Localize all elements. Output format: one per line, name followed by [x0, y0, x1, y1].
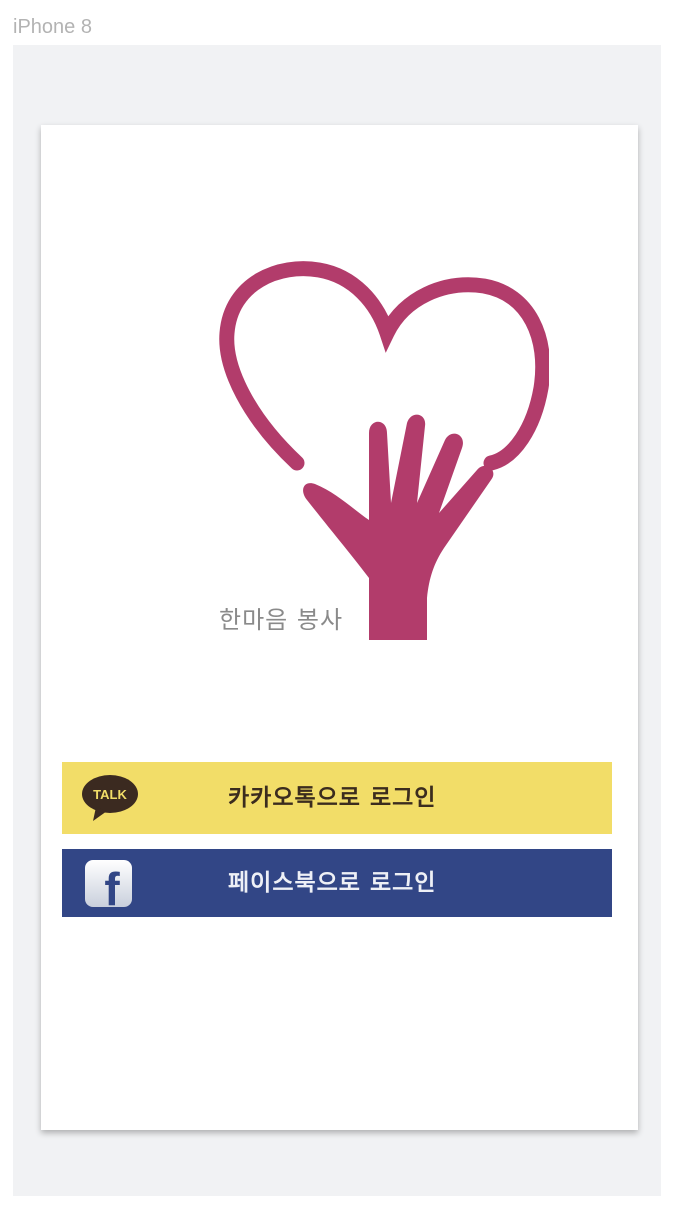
kakao-login-label: 카카오톡으로 로그인 — [228, 785, 437, 811]
device-label: iPhone 8 — [13, 16, 92, 38]
kakaotalk-icon: TALK — [82, 775, 138, 821]
kakao-login-button[interactable]: TALK 카카오톡으로 로그인 — [62, 762, 612, 834]
heart-hand-icon — [219, 261, 549, 640]
svg-text:TALK: TALK — [93, 787, 127, 802]
facebook-login-label: 페이스북으로 로그인 — [228, 870, 437, 896]
facebook-icon: f — [85, 860, 132, 907]
logo-caption: 한마음 봉사 — [219, 606, 344, 634]
svg-text:f: f — [104, 863, 120, 907]
facebook-login-button[interactable]: f 페이스북으로 로그인 — [62, 849, 612, 917]
